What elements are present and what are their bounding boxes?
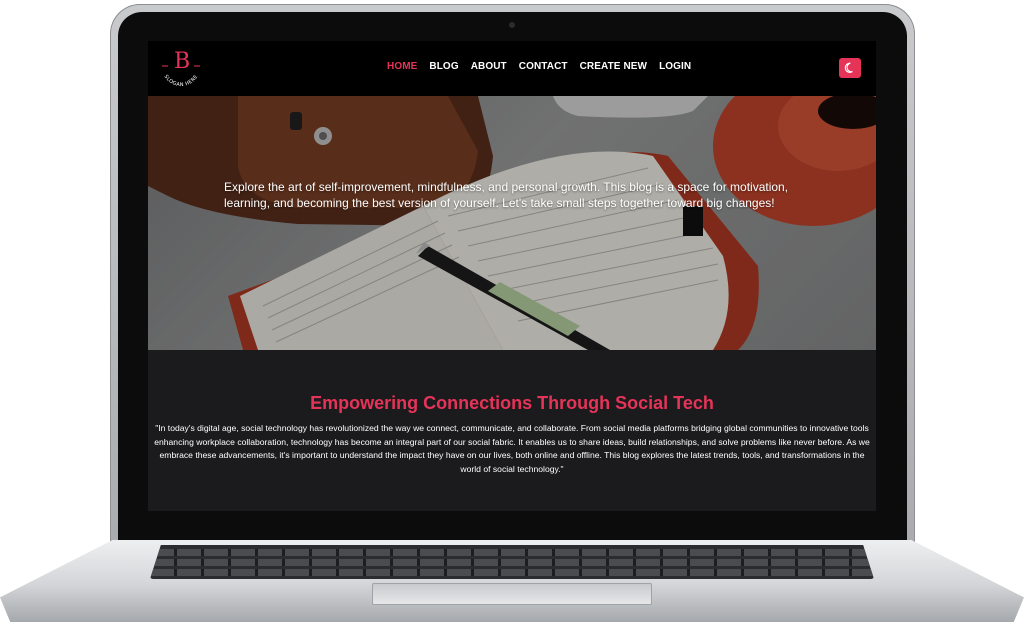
- hero-intro-text: Explore the art of self-improvement, min…: [224, 180, 789, 210]
- logo-tagline: SLOGAN HERE: [162, 65, 200, 88]
- svg-text:SLOGAN HERE: SLOGAN HERE: [163, 74, 200, 88]
- main-menu: HOME BLOG ABOUT CONTACT CREATE NEW LOGIN: [387, 61, 691, 72]
- key-row: [150, 549, 874, 556]
- key-row: [150, 569, 874, 576]
- nav-create-new-link[interactable]: CREATE NEW: [580, 61, 647, 72]
- moon-icon: [844, 62, 853, 73]
- laptop-screen: B SLOGAN HERE HOME BLOG ABOUT CONTACT CR…: [148, 41, 876, 511]
- nav-home-link[interactable]: HOME: [387, 61, 417, 72]
- webcam: [509, 22, 515, 28]
- site-header: B SLOGAN HERE HOME BLOG ABOUT CONTACT CR…: [148, 41, 876, 96]
- site-logo[interactable]: B SLOGAN HERE: [156, 47, 206, 91]
- hero-overlay: [148, 96, 876, 350]
- trackpad: [372, 583, 652, 605]
- article-body: "In today's digital age, social technolo…: [154, 423, 870, 474]
- keyboard: [150, 545, 874, 579]
- article-title: Empowering Connections Through Social Te…: [310, 393, 714, 413]
- hero-banner: Explore the art of self-improvement, min…: [148, 96, 876, 350]
- nav-contact-link[interactable]: CONTACT: [519, 61, 568, 72]
- nav-login-link[interactable]: LOGIN: [659, 61, 691, 72]
- nav-blog-link[interactable]: BLOG: [429, 61, 458, 72]
- key-row: [150, 559, 874, 566]
- theme-toggle-button[interactable]: [839, 58, 861, 78]
- nav-about-link[interactable]: ABOUT: [471, 61, 507, 72]
